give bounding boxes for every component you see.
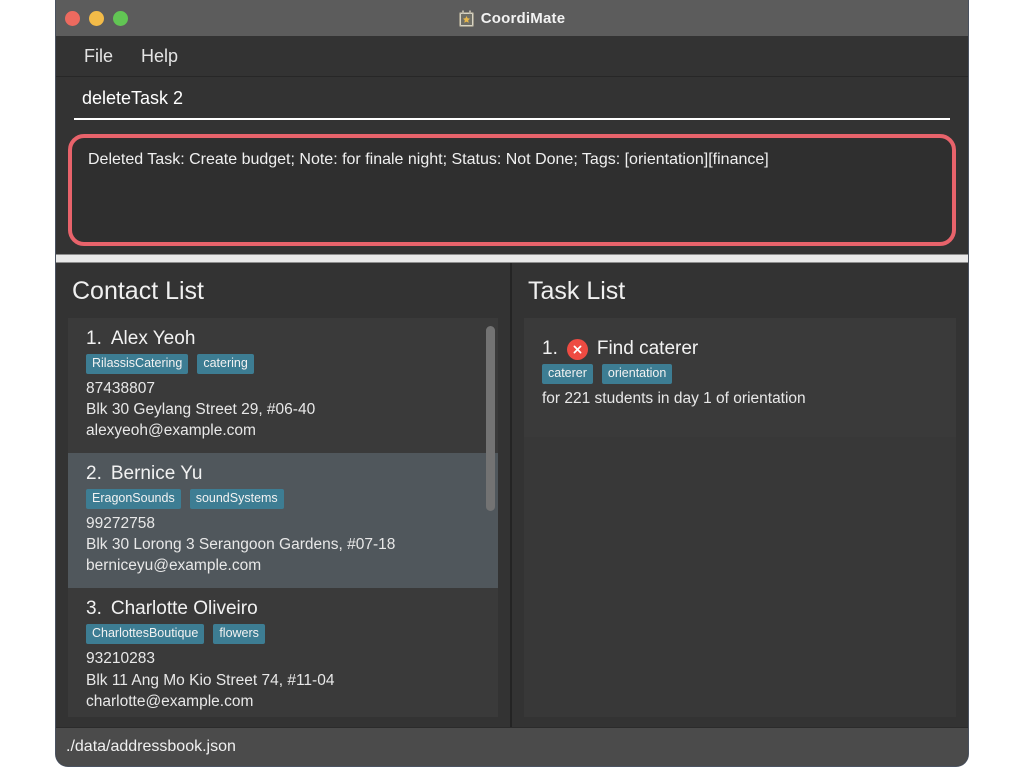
app-window: CoordiMate File Help deleteTask 2 Delete… [56, 0, 968, 766]
horizontal-split-divider[interactable] [56, 254, 968, 263]
contact-name: Bernice Yu [111, 463, 203, 485]
task-description: for 221 students in day 1 of orientation [542, 388, 942, 409]
command-input-value: deleteTask 2 [82, 88, 183, 108]
contact-address: Blk 11 Ang Mo Kio Street 74, #11-04 [86, 670, 484, 691]
contact-list-scrollbar-thumb[interactable] [486, 326, 495, 511]
task-list-title: Task List [524, 277, 956, 318]
task-tag: orientation [602, 364, 672, 384]
contact-list-container[interactable]: 1. Alex Yeoh RilassisCatering catering 8… [68, 318, 498, 717]
task-list-panel: Task List 1. Find caterer caterer [511, 263, 968, 727]
contact-tag: catering [197, 354, 253, 374]
task-tags: caterer orientation [542, 364, 942, 384]
contact-tag: CharlottesBoutique [86, 624, 204, 644]
menu-help[interactable]: Help [131, 43, 188, 70]
contact-name: Alex Yeoh [111, 328, 196, 350]
contact-phone: 93210283 [86, 648, 484, 669]
result-area: Deleted Task: Create budget; Note: for f… [56, 126, 968, 254]
result-display-box[interactable]: Deleted Task: Create budget; Note: for f… [68, 134, 956, 246]
task-name: Find caterer [597, 338, 698, 360]
contact-email: alexyeoh@example.com [86, 420, 484, 441]
contact-index: 3. [86, 598, 102, 620]
contact-list-scrollbar[interactable] [484, 320, 496, 715]
contact-tag: EragonSounds [86, 489, 181, 509]
title-bar: CoordiMate [56, 0, 968, 36]
contact-index: 2. [86, 463, 102, 485]
save-location-path: ./data/addressbook.json [66, 738, 236, 756]
menu-file[interactable]: File [74, 43, 123, 70]
contact-card-header: 3. Charlotte Oliveiro [86, 598, 484, 620]
contact-list-title: Contact List [68, 277, 498, 318]
task-card-header: 1. Find caterer [542, 338, 942, 360]
contact-tag: soundSystems [190, 489, 284, 509]
contact-card-header: 2. Bernice Yu [86, 463, 484, 485]
contact-address: Blk 30 Lorong 3 Serangoon Gardens, #07-1… [86, 534, 484, 555]
contact-card-header: 1. Alex Yeoh [86, 328, 484, 350]
not-done-cross-icon [567, 339, 588, 360]
contact-phone: 87438807 [86, 378, 484, 399]
menu-bar: File Help [56, 36, 968, 77]
contact-email: berniceyu@example.com [86, 555, 484, 576]
contact-tags: RilassisCatering catering [86, 354, 484, 374]
contact-email: charlotte@example.com [86, 691, 484, 712]
task-tag: caterer [542, 364, 593, 384]
contact-index: 1. [86, 328, 102, 350]
task-index: 1. [542, 338, 558, 360]
panels-container: Contact List 1. Alex Yeoh RilassisCateri… [56, 263, 968, 727]
result-message: Deleted Task: Create budget; Note: for f… [88, 150, 936, 171]
contact-phone: 99272758 [86, 513, 484, 534]
contact-card[interactable]: 3. Charlotte Oliveiro CharlottesBoutique… [68, 588, 498, 717]
contact-address: Blk 30 Geylang Street 29, #06-40 [86, 399, 484, 420]
contact-list-panel: Contact List 1. Alex Yeoh RilassisCateri… [56, 263, 511, 727]
contact-card[interactable]: 1. Alex Yeoh RilassisCatering catering 8… [68, 318, 498, 453]
contact-name: Charlotte Oliveiro [111, 598, 258, 620]
contact-tags: CharlottesBoutique flowers [86, 624, 484, 644]
contact-tags: EragonSounds soundSystems [86, 489, 484, 509]
task-card[interactable]: 1. Find caterer caterer orientation for … [524, 318, 956, 437]
window-title: CoordiMate [481, 10, 566, 27]
task-list-container[interactable]: 1. Find caterer caterer orientation for … [524, 318, 956, 717]
contact-tag: flowers [213, 624, 265, 644]
command-input[interactable]: deleteTask 2 [74, 84, 950, 120]
contact-card[interactable]: 2. Bernice Yu EragonSounds soundSystems … [68, 453, 498, 588]
calendar-star-icon [459, 10, 474, 27]
window-title-group: CoordiMate [56, 0, 968, 36]
contact-tag: RilassisCatering [86, 354, 188, 374]
command-area: deleteTask 2 [56, 77, 968, 126]
status-bar: ./data/addressbook.json [56, 727, 968, 766]
